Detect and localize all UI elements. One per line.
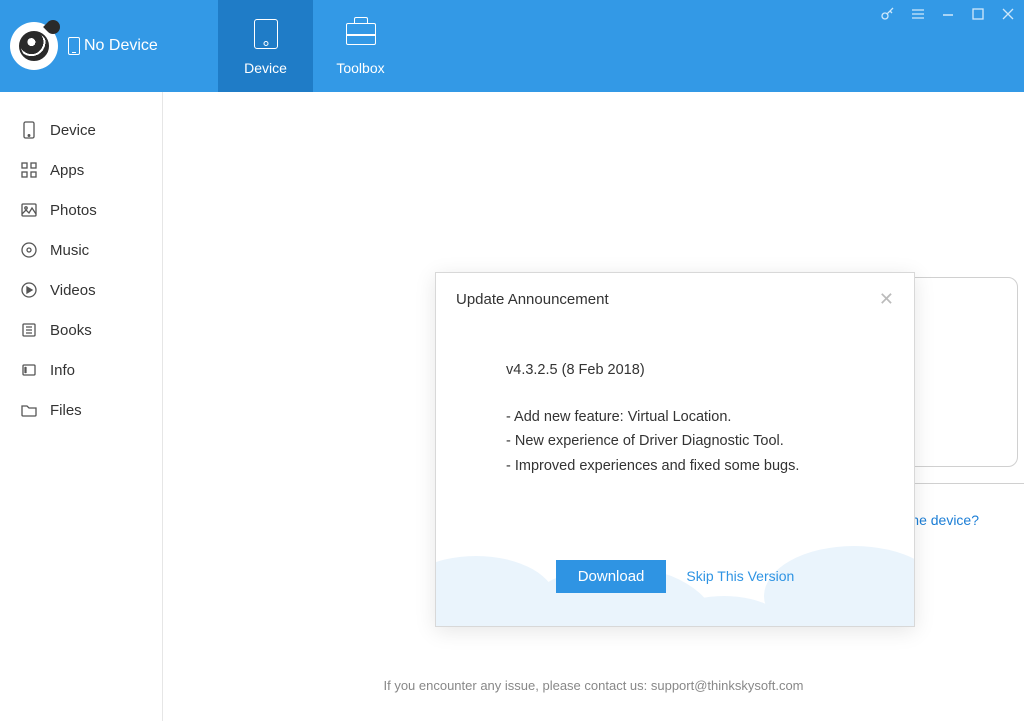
- skip-version-link[interactable]: Skip This Version: [686, 568, 794, 584]
- modal-header: Update Announcement ✕: [436, 273, 914, 318]
- sidebar-item-device[interactable]: Device: [0, 110, 162, 150]
- modal-title-text: Update Announcement: [456, 291, 609, 308]
- tab-device-label: Device: [244, 60, 287, 76]
- modal-close-icon[interactable]: ✕: [879, 289, 894, 310]
- phone-icon: [68, 37, 80, 55]
- videos-icon: [20, 281, 38, 299]
- modal-version: v4.3.2.5 (8 Feb 2018): [506, 358, 844, 383]
- sidebar-item-music[interactable]: Music: [0, 230, 162, 270]
- device-status: No Device: [68, 37, 158, 55]
- sidebar-item-info[interactable]: Info: [0, 350, 162, 390]
- sidebar-item-label: Device: [50, 122, 96, 139]
- device-icon: [20, 121, 38, 139]
- modal-body: v4.3.2.5 (8 Feb 2018) - Add new feature:…: [436, 318, 914, 526]
- tab-toolbox[interactable]: Toolbox: [313, 0, 408, 92]
- sidebar-item-label: Apps: [50, 162, 84, 179]
- app-logo: [10, 22, 58, 70]
- sidebar-item-label: Info: [50, 362, 75, 379]
- close-icon[interactable]: [1000, 6, 1016, 22]
- header-tabs: Device Toolbox: [218, 0, 408, 92]
- sidebar-item-files[interactable]: Files: [0, 390, 162, 430]
- apps-icon: [20, 161, 38, 179]
- sidebar-item-label: Videos: [50, 282, 96, 299]
- modal-footer: Download Skip This Version: [436, 526, 914, 626]
- sidebar-item-label: Books: [50, 322, 92, 339]
- photos-icon: [20, 201, 38, 219]
- books-icon: [20, 321, 38, 339]
- device-status-text: No Device: [84, 37, 158, 55]
- music-icon: [20, 241, 38, 259]
- menu-icon[interactable]: [910, 6, 926, 22]
- sidebar-item-books[interactable]: Books: [0, 310, 162, 350]
- toolbox-icon: [343, 16, 379, 52]
- header-left: No Device: [0, 0, 218, 92]
- sidebar-item-apps[interactable]: Apps: [0, 150, 162, 190]
- update-modal: Update Announcement ✕ v4.3.2.5 (8 Feb 20…: [435, 272, 915, 627]
- footer-text: If you encounter any issue, please conta…: [163, 678, 1024, 693]
- modal-change-1: - New experience of Driver Diagnostic To…: [506, 429, 844, 454]
- maximize-icon[interactable]: [970, 6, 986, 22]
- sidebar-item-videos[interactable]: Videos: [0, 270, 162, 310]
- files-icon: [20, 401, 38, 419]
- sidebar-item-label: Music: [50, 242, 89, 259]
- info-icon: [20, 361, 38, 379]
- tab-toolbox-label: Toolbox: [336, 60, 384, 76]
- sidebar: Device Apps Photos Music Videos Books In…: [0, 92, 163, 721]
- modal-change-2: - Improved experiences and fixed some bu…: [506, 454, 844, 479]
- sidebar-item-photos[interactable]: Photos: [0, 190, 162, 230]
- modal-change-0: - Add new feature: Virtual Location.: [506, 405, 844, 430]
- ipad-icon: [248, 16, 284, 52]
- body: Device Apps Photos Music Videos Books In…: [0, 92, 1024, 721]
- main: ? Cannot recognize the device? If you en…: [163, 92, 1024, 721]
- sidebar-item-label: Files: [50, 402, 82, 419]
- key-icon[interactable]: [880, 6, 896, 22]
- window-controls: [880, 6, 1016, 22]
- minimize-icon[interactable]: [940, 6, 956, 22]
- tab-device[interactable]: Device: [218, 0, 313, 92]
- header: No Device Device Toolbox: [0, 0, 1024, 92]
- download-button[interactable]: Download: [556, 560, 667, 593]
- sidebar-item-label: Photos: [50, 202, 97, 219]
